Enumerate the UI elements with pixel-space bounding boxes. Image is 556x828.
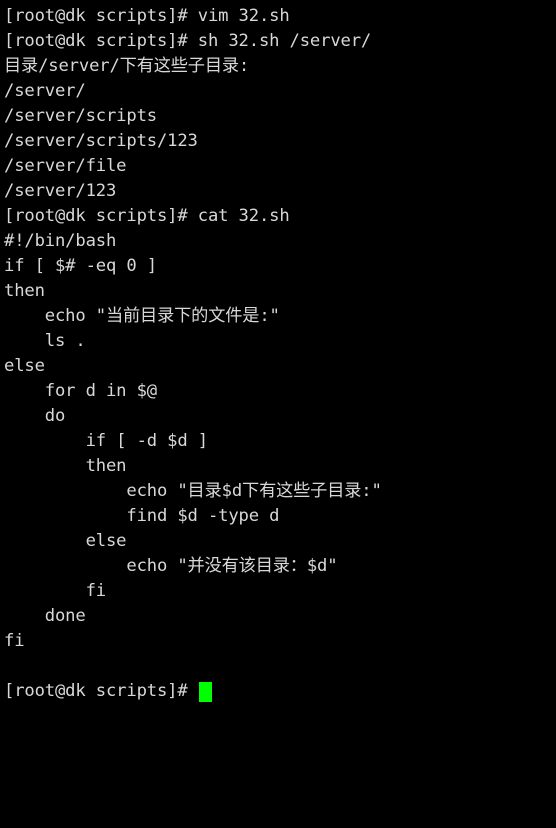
terminal-line-script-fi-outer: fi bbox=[4, 631, 25, 651]
terminal-line-cmd-vim: [root@dk scripts]# vim 32.sh bbox=[4, 6, 290, 26]
terminal-line-script-echo-3: echo "并没有该目录：$d" bbox=[4, 556, 338, 576]
terminal-line-out-path-4: /server/file bbox=[4, 156, 127, 176]
active-prompt-line[interactable]: [root@dk scripts]# bbox=[4, 679, 556, 704]
terminal-line-out-path-2: /server/scripts bbox=[4, 106, 157, 126]
terminal-line-script-for: for d in $@ bbox=[4, 381, 157, 401]
terminal-line-script-if-inner: if [ -d $d ] bbox=[4, 431, 209, 451]
terminal-line-script-then-inner: then bbox=[4, 456, 127, 476]
shell-prompt: [root@dk scripts]# bbox=[4, 681, 198, 701]
terminal-screen[interactable]: [root@dk scripts]# vim 32.sh [root@dk sc… bbox=[0, 0, 556, 704]
terminal-line-script-find: find $d -type d bbox=[4, 506, 280, 526]
terminal-line-out-path-1: /server/ bbox=[4, 81, 86, 101]
terminal-line-script-else-inner: else bbox=[4, 531, 127, 551]
text-cursor[interactable] bbox=[198, 681, 212, 702]
terminal-line-script-do: do bbox=[4, 406, 66, 426]
terminal-line-cmd-sh-run: [root@dk scripts]# sh 32.sh /server/ bbox=[4, 31, 372, 51]
terminal-line-script-else-outer: else bbox=[4, 356, 45, 376]
terminal-line-script-shebang: #!/bin/bash bbox=[4, 231, 117, 251]
terminal-line-script-if: if [ $# -eq 0 ] bbox=[4, 256, 157, 276]
terminal-line-out-path-3: /server/scripts/123 bbox=[4, 131, 198, 151]
terminal-line-out-header: 目录/server/下有这些子目录: bbox=[4, 56, 250, 76]
terminal-line-cmd-cat: [root@dk scripts]# cat 32.sh bbox=[4, 206, 290, 226]
terminal-line-script-fi-inner: fi bbox=[4, 581, 107, 601]
terminal-window[interactable]: [root@dk scripts]# vim 32.sh [root@dk sc… bbox=[0, 0, 556, 828]
terminal-line-script-then: then bbox=[4, 281, 45, 301]
terminal-line-out-path-5: /server/123 bbox=[4, 181, 117, 201]
terminal-line-script-echo-1: echo "当前目录下的文件是:" bbox=[4, 306, 280, 326]
terminal-line-script-done: done bbox=[4, 606, 86, 626]
terminal-line-script-echo-2: echo "目录$d下有这些子目录:" bbox=[4, 481, 382, 501]
terminal-line-script-ls: ls . bbox=[4, 331, 86, 351]
